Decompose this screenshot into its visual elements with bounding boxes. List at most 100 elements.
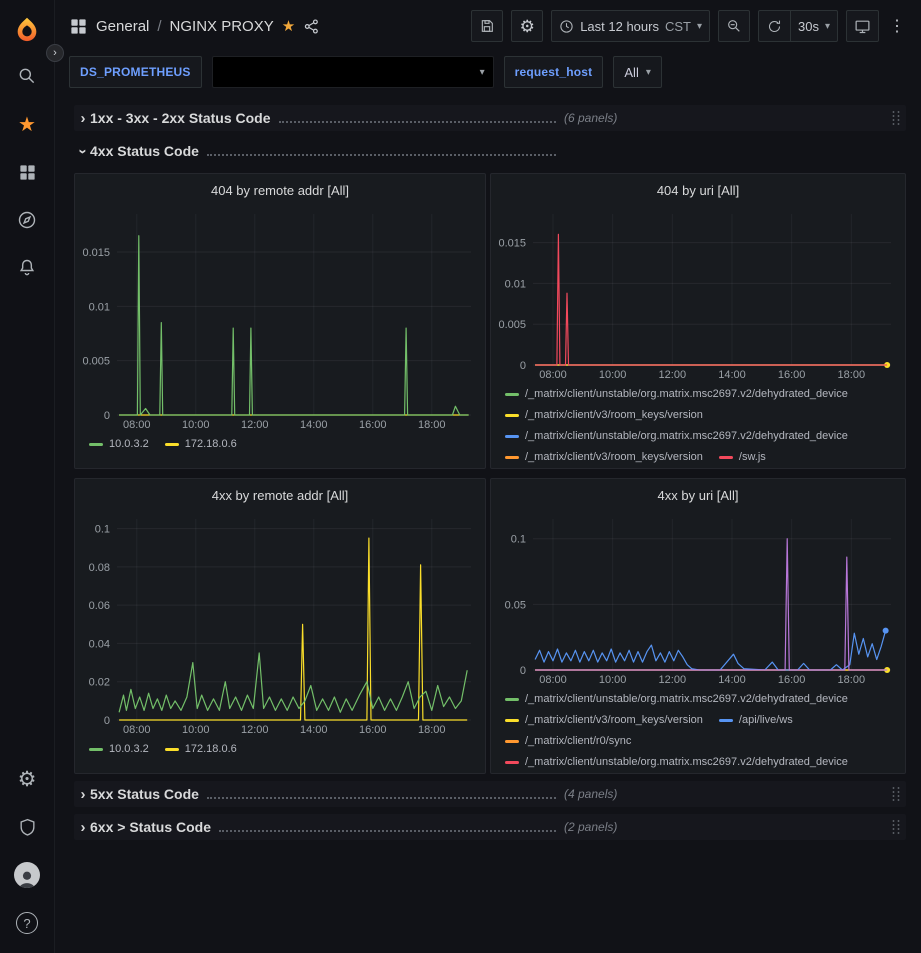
- row-header-5xx[interactable]: › 5xx Status Code (4 panels): [74, 781, 906, 807]
- legend-label: /_matrix/client/v3/room_keys/version: [525, 712, 703, 729]
- sidebar-item-profile[interactable]: [0, 851, 54, 899]
- legend-swatch: [505, 761, 519, 764]
- sidebar-item-server-admin[interactable]: [0, 803, 54, 851]
- page-title[interactable]: NGINX PROXY: [170, 18, 274, 35]
- sidebar-item-help[interactable]: ?: [0, 899, 54, 947]
- variable-ds-prometheus[interactable]: DS_PROMETHEUS: [69, 56, 202, 88]
- sidebar-item-configuration[interactable]: ⚙: [0, 755, 54, 803]
- save-dashboard-button[interactable]: [471, 10, 503, 42]
- variable-ds-value-select[interactable]: ▾: [212, 56, 494, 88]
- favorite-star-icon[interactable]: ★: [282, 17, 295, 35]
- panel-4xx-by-uri: 4xx by uri [All] 08:0010:0012:0014:0016:…: [490, 478, 906, 774]
- dashboard-toolbar: General / NGINX PROXY ★ ⚙: [55, 0, 921, 52]
- legend-item[interactable]: /api/live/ws: [719, 712, 793, 729]
- legend-swatch: [719, 719, 733, 722]
- legend-label: 172.18.0.6: [185, 741, 237, 758]
- row-header-1xx-3xx-2xx[interactable]: › 1xx - 3xx - 2xx Status Code (6 panels): [74, 105, 906, 131]
- sidebar-item-alerting[interactable]: [0, 244, 54, 292]
- zoom-out-button[interactable]: [718, 10, 750, 42]
- legend-label: /_matrix/client/unstable/org.matrix.msc2…: [525, 691, 848, 708]
- panel-header[interactable]: 404 by remote addr [All]: [75, 174, 485, 206]
- panel-header[interactable]: 4xx by uri [All]: [491, 479, 905, 511]
- person-icon: [17, 870, 37, 888]
- legend-label: /_matrix/client/unstable/org.matrix.msc2…: [525, 428, 848, 445]
- legend-item[interactable]: /_matrix/client/v3/room_keys/version: [505, 407, 703, 424]
- drag-handle-icon[interactable]: [891, 110, 902, 126]
- legend-swatch: [165, 443, 179, 446]
- chart-legend: 10.0.3.2 172.18.0.6: [75, 737, 485, 762]
- sidebar-item-search[interactable]: [0, 52, 54, 100]
- legend-item[interactable]: 172.18.0.6: [165, 741, 237, 758]
- svg-text:14:00: 14:00: [300, 724, 328, 736]
- legend-item[interactable]: 10.0.3.2: [89, 741, 149, 758]
- variable-request-host-value-select[interactable]: All ▾: [613, 56, 661, 88]
- grafana-logo[interactable]: [0, 8, 54, 52]
- chart-4xx-by-uri[interactable]: 08:0010:0012:0014:0016:0018:0000.050.1: [491, 511, 905, 687]
- legend-item[interactable]: /_matrix/client/unstable/org.matrix.msc2…: [505, 386, 848, 403]
- legend-swatch: [89, 748, 103, 751]
- legend-swatch: [165, 748, 179, 751]
- svg-text:0.04: 0.04: [89, 638, 110, 650]
- question-icon: ?: [16, 912, 38, 934]
- chart-404-by-uri[interactable]: 08:0010:0012:0014:0016:0018:0000.0050.01…: [491, 206, 905, 382]
- drag-handle-icon[interactable]: [891, 786, 902, 802]
- row-header-6xx[interactable]: › 6xx > Status Code (2 panels): [74, 814, 906, 840]
- row-panel-count: (6 panels): [564, 111, 617, 125]
- refresh-interval-picker[interactable]: 30s ▾: [790, 10, 838, 42]
- legend-item[interactable]: /_matrix/client/v3/room_keys/version: [505, 449, 703, 466]
- dotted-leader: [279, 121, 556, 123]
- dotted-leader: [219, 830, 556, 832]
- svg-text:0.005: 0.005: [498, 319, 526, 331]
- sidebar: ★ ⚙: [0, 0, 55, 953]
- refresh-button[interactable]: [758, 10, 790, 42]
- svg-text:0.005: 0.005: [82, 356, 110, 368]
- apps-grid-icon[interactable]: [69, 17, 88, 36]
- chart-404-by-remote-addr[interactable]: 08:0010:0012:0014:0016:0018:0000.0050.01…: [75, 206, 485, 432]
- panel-header[interactable]: 404 by uri [All]: [491, 174, 905, 206]
- legend-item[interactable]: /_matrix/client/v3/room_keys/version: [505, 712, 703, 729]
- breadcrumb-folder[interactable]: General: [96, 18, 149, 35]
- sidebar-item-starred[interactable]: ★: [0, 100, 54, 148]
- sidebar-item-explore[interactable]: [0, 196, 54, 244]
- legend-swatch: [505, 740, 519, 743]
- legend-item[interactable]: /_matrix/client/unstable/org.matrix.msc2…: [505, 691, 848, 708]
- row-header-4xx[interactable]: › 4xx Status Code: [74, 138, 906, 164]
- legend-item[interactable]: /_matrix/client/r0/sync: [505, 733, 631, 750]
- svg-text:12:00: 12:00: [241, 419, 269, 431]
- svg-text:0.01: 0.01: [89, 301, 110, 313]
- more-options-button[interactable]: ⋮: [887, 10, 907, 42]
- compass-icon: [17, 210, 37, 230]
- sidebar-item-dashboards[interactable]: [0, 148, 54, 196]
- share-icon[interactable]: [303, 18, 320, 35]
- svg-text:14:00: 14:00: [718, 369, 746, 381]
- panel-grid-4xx: 404 by remote addr [All] 08:0010:0012:00…: [74, 173, 906, 774]
- avatar: [14, 862, 40, 888]
- variable-request-host[interactable]: request_host: [504, 56, 604, 88]
- legend-item[interactable]: /_matrix/client/unstable/org.matrix.msc2…: [505, 428, 848, 445]
- zoom-out-icon: [726, 18, 742, 34]
- svg-text:0: 0: [520, 360, 526, 372]
- chart-4xx-by-remote-addr[interactable]: 08:0010:0012:0014:0016:0018:0000.020.040…: [75, 511, 485, 737]
- time-range-picker[interactable]: Last 12 hours CST ▾: [551, 10, 710, 42]
- dashboard-content: › 1xx - 3xx - 2xx Status Code (6 panels)…: [55, 96, 921, 953]
- legend-label: 172.18.0.6: [185, 436, 237, 453]
- svg-text:0: 0: [520, 665, 526, 677]
- panel-4xx-by-remote-addr: 4xx by remote addr [All] 08:0010:0012:00…: [74, 478, 486, 774]
- chevron-right-icon: ›: [76, 786, 90, 803]
- star-icon: ★: [18, 112, 36, 137]
- panel-404-by-remote-addr: 404 by remote addr [All] 08:0010:0012:00…: [74, 173, 486, 469]
- tv-mode-button[interactable]: [846, 10, 879, 42]
- legend-item[interactable]: 10.0.3.2: [89, 436, 149, 453]
- panel-header[interactable]: 4xx by remote addr [All]: [75, 479, 485, 511]
- legend-item[interactable]: /_matrix/client/unstable/org.matrix.msc2…: [505, 754, 848, 771]
- drag-handle-icon[interactable]: [891, 819, 902, 835]
- dashboard-settings-button[interactable]: ⚙: [511, 10, 543, 42]
- svg-text:18:00: 18:00: [838, 369, 866, 381]
- legend-swatch: [505, 698, 519, 701]
- legend-label: /_matrix/client/unstable/org.matrix.msc2…: [525, 386, 848, 403]
- sidebar-expand-button[interactable]: ›: [46, 44, 64, 62]
- legend-item[interactable]: 172.18.0.6: [165, 436, 237, 453]
- legend-item[interactable]: /sw.js: [719, 449, 766, 466]
- legend-label: 10.0.3.2: [109, 436, 149, 453]
- svg-text:12:00: 12:00: [659, 369, 687, 381]
